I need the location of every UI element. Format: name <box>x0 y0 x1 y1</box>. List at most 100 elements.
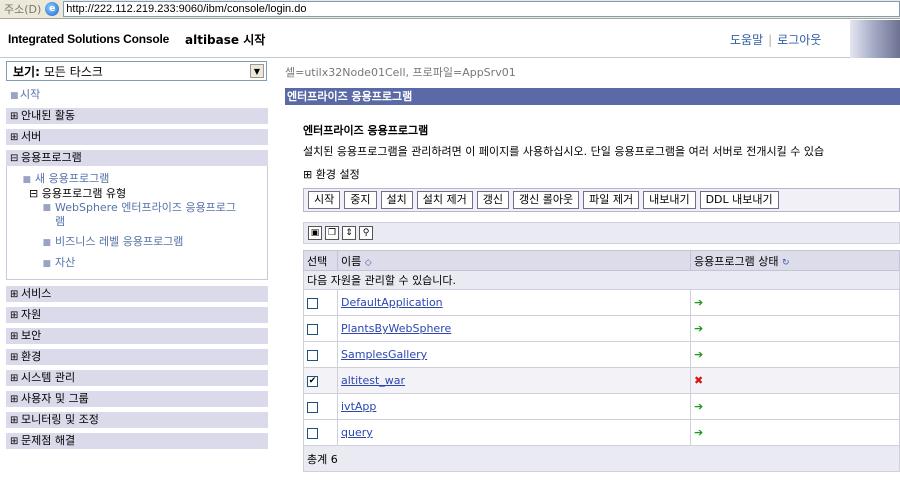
table-row: DefaultApplication ➔ <box>303 289 900 316</box>
row-checkbox[interactable] <box>307 323 318 335</box>
app-name-link[interactable]: altitest_war <box>341 374 405 387</box>
nav-item-security[interactable]: ⊞ 보안 <box>6 328 268 344</box>
deselect-all-icon[interactable]: ❐ <box>325 226 339 240</box>
started-status-icon: ➔ <box>694 426 704 439</box>
row-checkbox[interactable] <box>307 349 318 361</box>
expand-icon[interactable]: ⊞ <box>10 130 21 146</box>
nav-item-guided[interactable]: ⊞ 안내된 활동 <box>6 108 268 124</box>
nav-item-system-admin[interactable]: ⊞ 시스템 관리 <box>6 370 268 386</box>
app-name-link[interactable]: SamplesGallery <box>341 348 427 361</box>
nav-websphere-apps[interactable]: ■ WebSphere 엔터프라이즈 응용프로그램 <box>7 201 267 229</box>
stopped-status-icon: ✖ <box>694 374 704 387</box>
logout-link[interactable]: 로그아웃 <box>777 33 821 47</box>
bullet-icon: ■ <box>10 91 19 101</box>
nav-item-label: 서비스 <box>21 287 52 300</box>
started-status-icon: ➔ <box>694 400 704 413</box>
row-checkbox[interactable] <box>307 427 318 439</box>
nav-item-environment[interactable]: ⊞ 환경 <box>6 349 268 365</box>
nav-item-applications[interactable]: ⊟ 응용프로그램 <box>6 150 268 166</box>
page-description: 설치된 응용프로그램을 관리하려면 이 페이지를 사용하십시오. 단일 응용프로… <box>303 145 825 158</box>
row-checkbox[interactable] <box>307 401 318 413</box>
nav-sub-label: 새 응용프로그램 <box>35 172 110 185</box>
expand-icon[interactable]: ⊞ <box>10 308 21 324</box>
nav-item-label: 서버 <box>21 130 42 143</box>
table-icon-bar: ▣ ❐ ⇕ ⚲ <box>303 222 900 244</box>
help-link[interactable]: 도움말 <box>730 33 763 47</box>
expand-icon[interactable]: ⊞ <box>10 371 21 387</box>
nav-item-label: 시작 <box>20 88 41 101</box>
rollout-update-button[interactable]: 갱신 롤아웃 <box>512 191 580 209</box>
env-settings-label: 환경 설정 <box>315 168 360 181</box>
view-label: 보기: <box>13 64 40 79</box>
action-toolbar: 시작 중지 설치 설치 제거 갱신 갱신 롤아웃 파일 제거 내보내기 DDL … <box>303 188 900 212</box>
app-name-link[interactable]: PlantsByWebSphere <box>341 322 451 335</box>
show-filter-icon[interactable]: ⇕ <box>342 226 356 240</box>
app-name-link[interactable]: DefaultApplication <box>341 296 443 309</box>
col-header-status-label: 응용프로그램 상태 <box>694 254 779 268</box>
nav-item-troubleshooting[interactable]: ⊞ 문제점 해결 <box>6 433 268 449</box>
nav-item-start[interactable]: ■시작 <box>6 87 268 103</box>
export-ddl-button[interactable]: DDL 내보내기 <box>699 191 779 209</box>
page-title: 엔터프라이즈 응용프로그램 <box>303 124 429 137</box>
expand-icon[interactable]: ⊞ <box>10 392 21 408</box>
app-name-link[interactable]: ivtApp <box>341 400 376 413</box>
remove-file-button[interactable]: 파일 제거 <box>583 191 640 209</box>
nav-item-label: 사용자 및 그룹 <box>21 392 89 405</box>
started-status-icon: ➔ <box>694 348 704 361</box>
expand-icon[interactable]: ⊞ <box>10 287 21 303</box>
nav-item-label: 문제점 해결 <box>21 434 76 447</box>
total-label: 총계 <box>307 452 328 466</box>
nav-item-servers[interactable]: ⊞ 서버 <box>6 129 268 145</box>
bullet-icon: ■ <box>42 238 51 248</box>
nav-tree: ■시작 ⊞ 안내된 활동 ⊞ 서버 ⊟ 응용프로그램 ■ 새 응용프로그램 ⊟ 응용프로… <box>6 87 268 454</box>
nav-item-label: 모니터링 및 조정 <box>21 413 99 426</box>
nav-item-resources[interactable]: ⊞ 자원 <box>6 307 268 323</box>
start-button[interactable]: 시작 <box>308 191 341 209</box>
bullet-icon: ■ <box>22 175 31 185</box>
nav-sub-label: 응용프로그램 유형 <box>41 187 127 200</box>
row-checkbox[interactable]: ✔ <box>307 375 318 387</box>
bullet-icon: ■ <box>42 203 51 213</box>
nav-item-monitoring[interactable]: ⊞ 모니터링 및 조정 <box>6 412 268 428</box>
nav-application-types[interactable]: ⊟ 응용프로그램 유형 <box>7 187 267 201</box>
row-checkbox[interactable] <box>307 297 318 309</box>
view-select[interactable]: 보기: 모든 타스크 ▼ <box>6 61 267 81</box>
export-button[interactable]: 내보내기 <box>643 191 696 209</box>
col-header-name[interactable]: 이름 ◇ <box>337 250 691 271</box>
select-all-icon[interactable]: ▣ <box>308 226 322 240</box>
console-subtitle: altibase 시작 <box>185 33 266 47</box>
uninstall-button[interactable]: 설치 제거 <box>416 191 473 209</box>
refresh-icon[interactable]: ↻ <box>782 258 790 268</box>
col-header-status[interactable]: 응용프로그램 상태 ↻ <box>690 250 900 271</box>
hide-filter-icon[interactable]: ⚲ <box>359 226 373 240</box>
env-settings-toggle[interactable]: ⊞ 환경 설정 <box>303 166 360 182</box>
nav-item-label: 안내된 활동 <box>21 109 76 122</box>
expand-icon[interactable]: ⊞ <box>10 109 21 125</box>
collapse-icon[interactable]: ⊟ <box>10 151 21 167</box>
nav-assets[interactable]: ■ 자산 <box>7 256 267 271</box>
update-button[interactable]: 갱신 <box>476 191 509 209</box>
nav-business-level-apps[interactable]: ■ 비즈니스 레벨 응용프로그램 <box>7 235 267 250</box>
chevron-down-icon[interactable]: ▼ <box>250 64 264 78</box>
expand-icon[interactable]: ⊞ <box>10 434 21 450</box>
console-header: Integrated Solutions Console altibase 시작… <box>0 20 900 58</box>
nav-new-application[interactable]: ■ 새 응용프로그램 <box>7 172 267 187</box>
url-field[interactable]: http://222.112.219.233:9060/ibm/console/… <box>63 1 900 17</box>
nav-item-users-groups[interactable]: ⊞ 사용자 및 그룹 <box>6 391 268 407</box>
nav-item-label: 시스템 관리 <box>21 371 76 384</box>
stop-button[interactable]: 중지 <box>344 191 377 209</box>
bullet-icon: ■ <box>42 259 51 269</box>
started-status-icon: ➔ <box>694 296 704 309</box>
expand-icon[interactable]: ⊞ <box>303 168 312 181</box>
nav-item-services[interactable]: ⊞ 서비스 <box>6 286 268 302</box>
expand-icon[interactable]: ⊞ <box>10 350 21 366</box>
col-header-select: 선택 <box>303 250 338 271</box>
install-button[interactable]: 설치 <box>380 191 413 209</box>
collapse-icon[interactable]: ⊟ <box>29 187 38 200</box>
app-name-link[interactable]: query <box>341 426 373 439</box>
expand-icon[interactable]: ⊞ <box>10 329 21 345</box>
sort-icon[interactable]: ◇ <box>365 258 372 268</box>
nav-item-label: 자원 <box>21 308 42 321</box>
expand-icon[interactable]: ⊞ <box>10 413 21 429</box>
started-status-icon: ➔ <box>694 322 704 335</box>
